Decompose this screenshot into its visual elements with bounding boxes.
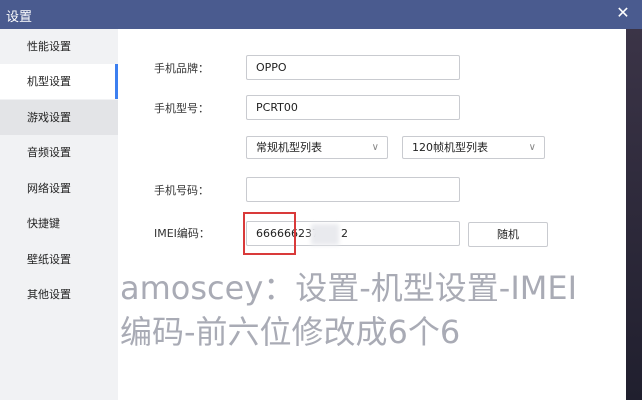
imei-label: IMEI编码： bbox=[154, 227, 210, 240]
model-label: 手机型号： bbox=[154, 102, 209, 115]
sidebar-item-wallpaper[interactable]: 壁纸设置 bbox=[0, 242, 118, 277]
annotation-watermark: amoscey：设置-机型设置-IMEI 编码-前六位修改成6个6 bbox=[120, 266, 626, 354]
chevron-down-icon: ∨ bbox=[528, 142, 536, 153]
imei-prefix-highlight bbox=[243, 212, 296, 255]
window-title: 设置 bbox=[6, 10, 33, 25]
sidebar-item-label: 机型设置 bbox=[27, 75, 71, 88]
sidebar-item-shortcuts[interactable]: 快捷键 bbox=[0, 206, 118, 241]
settings-dialog: 性能设置 机型设置 游戏设置 音频设置 网络设置 快捷键 壁纸设置 其他设置 手… bbox=[0, 29, 626, 400]
watermark-line-2: 编码-前六位修改成6个6 bbox=[120, 313, 461, 351]
random-button[interactable]: 随机 bbox=[468, 222, 548, 247]
imei-blur-mask bbox=[311, 224, 339, 245]
close-icon[interactable]: ✕ bbox=[614, 4, 632, 22]
watermark-line-1: amoscey：设置-机型设置-IMEI bbox=[120, 269, 578, 307]
model-input[interactable]: PCRT00 bbox=[246, 95, 460, 120]
sidebar-item-audio[interactable]: 音频设置 bbox=[0, 135, 118, 170]
brand-input[interactable]: OPPO bbox=[246, 55, 460, 80]
settings-sidebar: 性能设置 机型设置 游戏设置 音频设置 网络设置 快捷键 壁纸设置 其他设置 bbox=[0, 29, 118, 400]
phone-number-input[interactable] bbox=[246, 177, 460, 202]
select-value: 常规机型列表 bbox=[256, 141, 322, 154]
select-value: 120帧机型列表 bbox=[412, 141, 488, 154]
device-model-panel: 手机品牌： OPPO 手机型号： PCRT00 常规机型列表 ∨ 120帧机型列… bbox=[118, 29, 626, 400]
120fps-model-list-select[interactable]: 120帧机型列表 ∨ bbox=[402, 136, 545, 159]
brand-label: 手机品牌： bbox=[154, 62, 209, 75]
sidebar-item-device-model[interactable]: 机型设置 bbox=[0, 64, 118, 99]
phone-number-label: 手机号码： bbox=[154, 184, 209, 197]
sidebar-item-other[interactable]: 其他设置 bbox=[0, 277, 118, 312]
background-edge bbox=[626, 29, 642, 400]
window-titlebar: 设置 ✕ bbox=[0, 0, 642, 29]
imei-value-tail: 2 bbox=[341, 227, 348, 240]
sidebar-item-network[interactable]: 网络设置 bbox=[0, 171, 118, 206]
standard-model-list-select[interactable]: 常规机型列表 ∨ bbox=[246, 136, 388, 159]
chevron-down-icon: ∨ bbox=[371, 142, 379, 153]
sidebar-item-performance[interactable]: 性能设置 bbox=[0, 29, 118, 64]
sidebar-item-game[interactable]: 游戏设置 bbox=[0, 100, 118, 135]
